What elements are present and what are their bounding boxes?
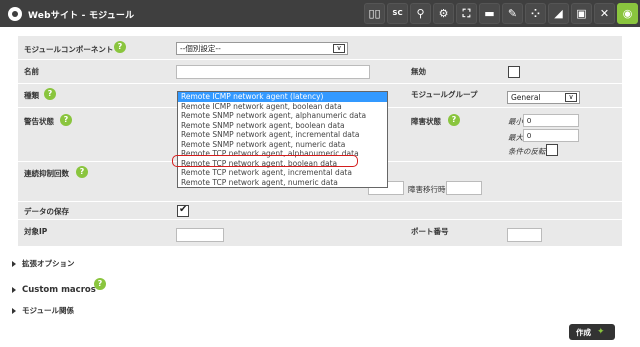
inverse-label: 条件の反転 [508,147,546,156]
name-input[interactable] [176,65,370,79]
module-group-value: General [511,93,541,102]
type-dropdown-list[interactable]: Remote ICMP network agent (latency) Remo… [177,91,388,188]
help-icon[interactable]: ? [76,166,88,178]
historical-data-checkbox[interactable] [177,204,189,217]
critical-status-label: 障害状態 [411,117,441,126]
row-name: 名前 無効 [18,59,622,84]
edit-icon[interactable]: ✎ [502,3,523,24]
create-button[interactable]: 作成 ✦ [569,324,615,340]
max-label: 最大 [508,133,523,142]
custom-macros-label: Custom macros [22,285,96,295]
module-component-select[interactable]: --個別設定-- ∨ [176,42,348,55]
map-icon[interactable]: ⁘ [525,3,546,24]
dropdown-option[interactable]: Remote SNMP network agent, numeric data [178,140,387,150]
dropdown-option[interactable]: Remote SNMP network agent, boolean data [178,121,387,131]
name-label: 名前 [24,67,39,76]
custom-macros-toggle[interactable]: Custom macros [12,285,96,295]
module-group-select[interactable]: General ∨ [507,91,580,104]
graph-icon[interactable]: ▣ [571,3,592,24]
historical-data-label: データの保存 [24,207,69,216]
module-component-value: --個別設定-- [180,44,221,53]
min-label: 最小 [508,117,523,126]
alerts-icon[interactable]: ◢ [548,3,569,24]
highlight-annotation [172,155,358,167]
recovery-input[interactable] [446,181,482,195]
module-component-label: モジュールコンポーネント [24,45,114,54]
row-module-component: モジュールコンポーネント ? --個別設定-- ∨ [18,36,622,59]
plugins-icon[interactable]: ⚙ [433,3,454,24]
page-header: Webサイト - モジュール ▯▯ SC ⚲ ⚙ ⛶ ▬ ✎ ⁘ ◢ ▣ ✕ ◉ [0,0,640,27]
help-icon[interactable]: ? [60,114,72,126]
dropdown-option[interactable]: Remote TCP network agent, incremental da… [178,168,387,178]
dropdown-option[interactable]: Remote ICMP network agent, boolean data [178,102,387,112]
network-icon[interactable]: ⛶ [456,3,477,24]
gear-icon [8,7,22,21]
port-label: ポート番号 [411,227,449,236]
library-icon[interactable]: ▯▯ [364,3,385,24]
advanced-options-toggle[interactable]: 拡張オプション [12,258,75,269]
help-icon[interactable]: ? [448,114,460,126]
title-area: Webサイト - モジュール [8,5,134,23]
dropdown-option[interactable]: Remote TCP network agent, numeric data [178,178,387,188]
dropdown-option[interactable]: Remote ICMP network agent (latency) [178,92,387,102]
critical-min-input[interactable] [523,114,579,127]
module-group-label: モジュールグループ [411,90,478,99]
tools-icon[interactable]: ✕ [594,3,615,24]
chevron-down-icon: ∨ [565,93,577,102]
help-icon[interactable]: ? [44,88,56,100]
type-label: 種類 [24,91,39,100]
eye-icon[interactable]: ◉ [617,3,638,24]
create-button-label: 作成 [576,327,591,337]
critical-max-input[interactable] [523,129,579,142]
help-icon[interactable]: ? [94,278,106,290]
chevron-down-icon: ∨ [333,44,345,53]
folder-icon[interactable]: ▬ [479,3,500,24]
expand-arrow-icon [12,287,16,293]
recovery-label: 障害移行時 [408,185,446,194]
inverse-checkbox[interactable] [546,144,558,156]
sc-icon[interactable]: SC [387,3,408,24]
wand-icon: ✦ [597,327,605,337]
disabled-checkbox[interactable] [508,66,520,78]
expand-arrow-icon [12,307,16,314]
expand-arrow-icon [12,260,16,267]
dropdown-option[interactable]: Remote SNMP network agent, incremental d… [178,130,387,140]
module-relations-label: モジュール関係 [22,306,74,315]
help-icon[interactable]: ? [114,41,126,53]
row-target-ip: 対象IP ポート番号 [18,219,622,247]
disabled-label: 無効 [411,67,426,76]
toolbar: ▯▯ SC ⚲ ⚙ ⛶ ▬ ✎ ⁘ ◢ ▣ ✕ ◉ [362,3,638,24]
dropdown-option[interactable]: Remote SNMP network agent, alphanumeric … [178,111,387,121]
wrench-icon[interactable]: ⚲ [410,3,431,24]
target-ip-input[interactable] [176,228,224,242]
port-input[interactable] [507,228,542,242]
advanced-options-label: 拡張オプション [22,259,75,268]
row-historical-data: データの保存 [18,201,622,220]
ff-threshold-label: 連続抑制回数 [24,169,69,178]
warning-status-label: 警告状態 [24,117,54,126]
module-relations-toggle[interactable]: モジュール関係 [12,305,74,316]
page-title: Webサイト - モジュール [28,10,135,21]
target-ip-label: 対象IP [24,227,48,236]
